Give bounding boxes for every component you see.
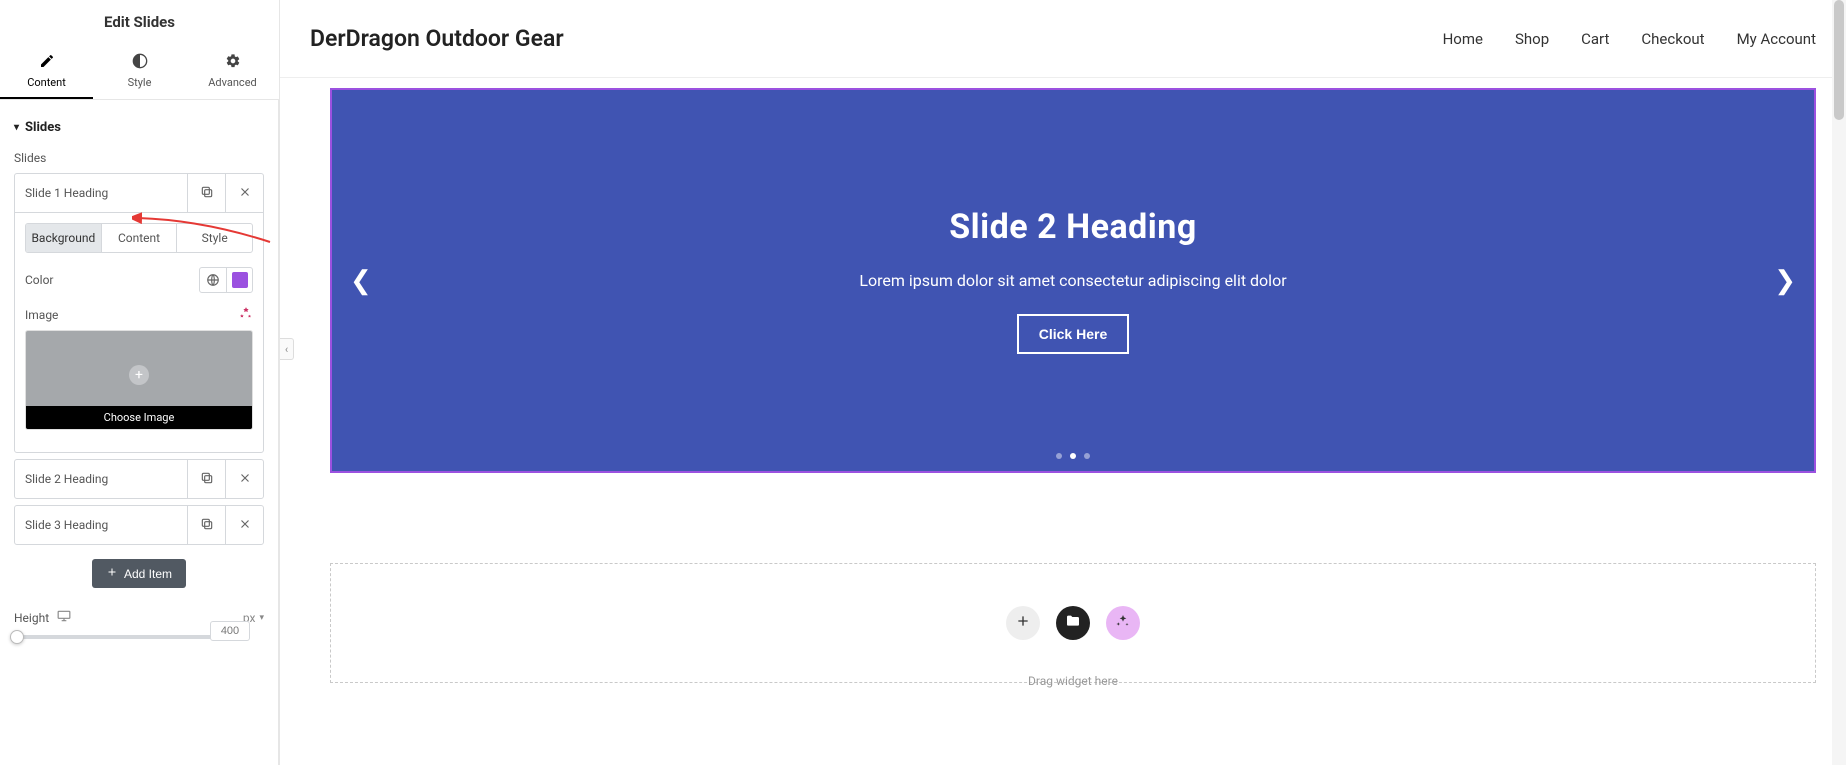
dropzone-hint: Drag widget here — [1028, 674, 1118, 688]
sparkle-icon — [1115, 613, 1131, 633]
close-icon — [238, 185, 252, 202]
choose-image-label: Choose Image — [26, 406, 252, 429]
tab-label: Advanced — [208, 76, 256, 89]
repeater-item: Slide 1 Heading Background — [14, 173, 264, 453]
preview-canvas: DerDragon Outdoor Gear Home Shop Cart Ch… — [280, 0, 1846, 765]
section-title-label: Slides — [25, 120, 61, 135]
slider-thumb[interactable] — [10, 630, 24, 644]
remove-button[interactable] — [225, 460, 263, 498]
slides-label: Slides — [14, 151, 264, 173]
close-icon — [238, 471, 252, 488]
chevron-left-icon: ❮ — [350, 266, 372, 296]
inner-tabs: Background Content Style — [25, 223, 253, 253]
pencil-icon — [39, 53, 55, 72]
plus-icon — [106, 566, 118, 581]
height-number-input[interactable] — [210, 621, 250, 641]
site-header: DerDragon Outdoor Gear Home Shop Cart Ch… — [280, 0, 1846, 78]
nav-account[interactable]: My Account — [1737, 30, 1816, 48]
slide-subheading: Lorem ipsum dolor sit amet consectetur a… — [859, 271, 1286, 290]
plus-icon: + — [129, 365, 149, 385]
caret-down-icon: ▾ — [14, 122, 19, 133]
add-widget-button[interactable] — [1006, 606, 1040, 640]
tab-content[interactable]: Content — [0, 43, 93, 99]
slide-cta-button[interactable]: Click Here — [1017, 314, 1129, 354]
close-icon — [238, 517, 252, 534]
tab-style[interactable]: Style — [93, 43, 186, 99]
scrollbar-thumb[interactable] — [1834, 0, 1844, 120]
panel-title: Edit Slides — [0, 0, 279, 43]
remove-button[interactable] — [225, 506, 263, 544]
monitor-icon[interactable] — [57, 610, 71, 625]
height-slider[interactable] — [14, 635, 214, 639]
inner-tab-background[interactable]: Background — [26, 224, 101, 252]
section-slides-toggle[interactable]: ▾ Slides — [14, 116, 264, 151]
dynamic-tags-icon[interactable] — [239, 305, 253, 324]
duplicate-button[interactable] — [187, 174, 225, 212]
tab-label: Style — [128, 76, 152, 89]
panel-collapse-button[interactable]: ‹ — [280, 338, 294, 360]
panel-body: ▾ Slides Slides Slide 1 Heading — [0, 100, 279, 765]
slider-dot[interactable] — [1084, 453, 1090, 459]
plus-icon — [1015, 613, 1031, 633]
inner-tab-style[interactable]: Style — [176, 224, 252, 252]
copy-icon — [200, 517, 214, 534]
slider-dot[interactable] — [1070, 453, 1076, 459]
inner-tab-content[interactable]: Content — [101, 224, 177, 252]
duplicate-button[interactable] — [187, 506, 225, 544]
repeater-item-label[interactable]: Slide 3 Heading — [15, 518, 187, 532]
contrast-icon — [132, 53, 148, 72]
folder-icon — [1065, 613, 1081, 633]
nav-checkout[interactable]: Checkout — [1641, 30, 1704, 48]
template-library-button[interactable] — [1056, 606, 1090, 640]
chevron-left-icon: ‹ — [285, 343, 288, 356]
color-picker[interactable] — [199, 267, 253, 293]
slider-next-button[interactable]: ❯ — [1764, 256, 1806, 306]
empty-section-dropzone[interactable]: Drag widget here — [330, 563, 1816, 683]
repeater-item-label[interactable]: Slide 1 Heading — [15, 186, 187, 200]
slider-dot[interactable] — [1056, 453, 1062, 459]
slider-widget[interactable]: ❮ Slide 2 Heading Lorem ipsum dolor sit … — [330, 88, 1816, 473]
repeater-item-label[interactable]: Slide 2 Heading — [15, 472, 187, 486]
swatch-fill — [232, 272, 248, 288]
chevron-down-icon: ▾ — [259, 613, 264, 623]
remove-button[interactable] — [225, 174, 263, 212]
height-label: Height — [14, 611, 49, 625]
editor-panel: Edit Slides Content Style Advanced ▾ Sli… — [0, 0, 280, 765]
color-label: Color — [25, 273, 53, 287]
nav-home[interactable]: Home — [1443, 30, 1483, 48]
add-item-label: Add Item — [124, 567, 172, 581]
repeater-head: Slide 1 Heading — [15, 174, 263, 212]
slide-heading: Slide 2 Heading — [949, 207, 1197, 247]
copy-icon — [200, 471, 214, 488]
add-item-button[interactable]: Add Item — [92, 559, 186, 588]
repeater-head: Slide 3 Heading — [15, 506, 263, 544]
repeater-head: Slide 2 Heading — [15, 460, 263, 498]
repeater-item: Slide 3 Heading — [14, 505, 264, 545]
color-swatch — [226, 268, 252, 292]
image-row-head: Image — [25, 305, 253, 324]
dropzone-actions — [1006, 606, 1140, 640]
ai-button[interactable] — [1106, 606, 1140, 640]
slider-prev-button[interactable]: ❮ — [340, 256, 382, 306]
tab-advanced[interactable]: Advanced — [186, 43, 279, 99]
copy-icon — [200, 185, 214, 202]
site-nav: Home Shop Cart Checkout My Account — [1443, 30, 1816, 48]
globe-icon — [200, 268, 226, 292]
gear-icon — [225, 53, 241, 72]
slider-dots — [1056, 453, 1090, 459]
chevron-right-icon: ❯ — [1774, 266, 1796, 296]
duplicate-button[interactable] — [187, 460, 225, 498]
repeater-item: Slide 2 Heading — [14, 459, 264, 499]
color-row: Color — [25, 267, 253, 293]
repeater-body: Background Content Style Color — [15, 212, 263, 452]
tab-label: Content — [27, 76, 66, 89]
image-picker[interactable]: + Choose Image — [25, 330, 253, 430]
nav-cart[interactable]: Cart — [1581, 30, 1609, 48]
nav-shop[interactable]: Shop — [1515, 30, 1549, 48]
preview-scrollbar[interactable] — [1832, 0, 1846, 765]
site-brand[interactable]: DerDragon Outdoor Gear — [310, 25, 564, 52]
panel-tabs: Content Style Advanced — [0, 43, 279, 100]
image-label: Image — [25, 308, 58, 322]
